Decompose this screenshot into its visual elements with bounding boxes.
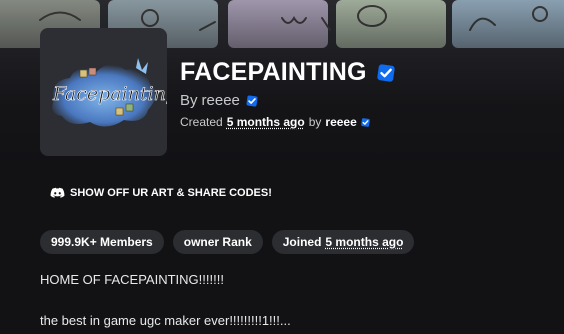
svg-text:Facepainting!: Facepainting!	[52, 83, 167, 105]
members-count: 999.9K+ Members	[51, 235, 153, 249]
facepainting-logo: Facepainting!	[52, 58, 167, 127]
description-line: HOME OF FACEPAINTING!!!!!!!	[40, 272, 224, 287]
created-label: Created	[180, 115, 223, 129]
by-label: By	[180, 92, 198, 109]
group-icon: Facepainting!	[40, 28, 167, 156]
rank-label: owner Rank	[183, 235, 252, 249]
description-line: the best in game ugc maker ever!!!!!!!!!…	[40, 313, 291, 328]
owner-link[interactable]: reeee	[202, 92, 240, 109]
verified-badge-icon	[377, 63, 395, 82]
verified-badge-icon	[360, 117, 370, 127]
social-link-label: SHOW OFF UR ART & SHARE CODES!	[70, 187, 272, 199]
group-title-row: FACEPAINTING	[180, 58, 397, 87]
created-by-label: by	[308, 115, 322, 129]
joined-date: 5 months ago	[325, 235, 404, 249]
social-link-discord[interactable]: SHOW OFF UR ART & SHARE CODES!	[50, 187, 272, 199]
creator-link[interactable]: reeee	[325, 115, 356, 129]
rank-pill: owner Rank	[172, 230, 263, 254]
members-pill: 999.9K+ Members	[40, 230, 164, 254]
joined-label: Joined	[282, 235, 322, 249]
joined-pill: Joined 5 months ago	[271, 230, 415, 254]
created-date: 5 months ago	[226, 115, 305, 129]
created-row: Created 5 months ago by reeee	[180, 115, 371, 129]
owner-row: By reeee	[180, 92, 259, 109]
group-stats: 999.9K+ Members owner Rank Joined 5 mont…	[40, 230, 415, 254]
verified-badge-icon	[246, 94, 258, 107]
discord-icon	[50, 187, 65, 198]
group-title: FACEPAINTING	[180, 58, 367, 86]
